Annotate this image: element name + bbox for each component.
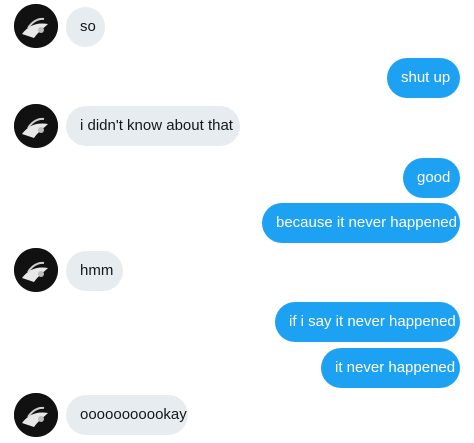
user-avatar-icon <box>14 248 58 292</box>
message-bubble-incoming[interactable]: hmm <box>66 251 123 291</box>
avatar-icon[interactable] <box>14 104 58 148</box>
message-bubble-outgoing[interactable]: it never happened <box>321 348 460 388</box>
message-bubble-incoming[interactable]: i didn't know about that <box>66 106 240 146</box>
message-bubble-incoming[interactable]: so <box>66 7 105 47</box>
message-bubble-outgoing[interactable]: because it never happened <box>262 203 460 243</box>
avatar-icon[interactable] <box>14 393 58 437</box>
message-thread: so shut up i didn't know about that good… <box>0 0 474 443</box>
avatar-icon[interactable] <box>14 4 58 48</box>
message-bubble-outgoing[interactable]: good <box>403 158 460 198</box>
message-bubble-outgoing[interactable]: if i say it never happened <box>275 302 460 342</box>
avatar-icon[interactable] <box>14 248 58 292</box>
user-avatar-icon <box>14 104 58 148</box>
user-avatar-icon <box>14 4 58 48</box>
message-bubble-incoming[interactable]: ooooooooookay <box>66 395 188 435</box>
message-bubble-outgoing[interactable]: shut up <box>387 58 460 98</box>
user-avatar-icon <box>14 393 58 437</box>
